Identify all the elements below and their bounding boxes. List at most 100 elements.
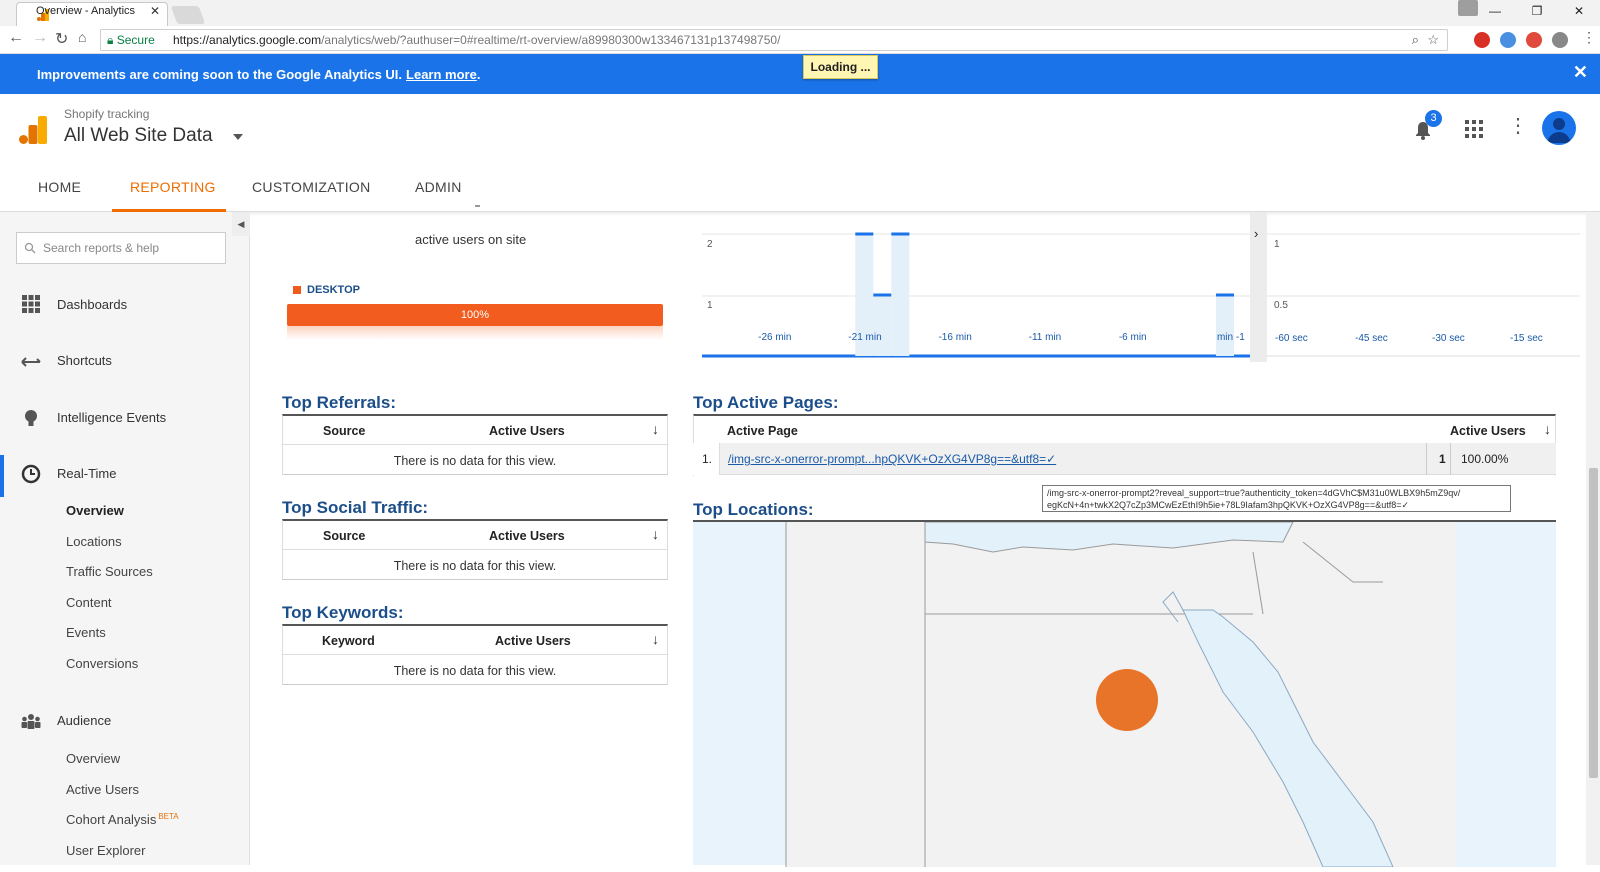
active-page-link[interactable]: /img-src-x-onerror-prompt...hpQKVK+OzXG4…	[728, 452, 1056, 466]
beta-badge: BETA	[158, 812, 179, 821]
home-icon[interactable]: ⌂	[78, 29, 86, 45]
search-input[interactable]: Search reports & help	[16, 232, 226, 264]
chart-bar-cap	[1215, 293, 1234, 297]
sort-arrow-icon[interactable]: ↓	[652, 631, 659, 647]
chart-expand-icon[interactable]: ›	[1254, 226, 1258, 241]
account-name[interactable]: Shopify tracking	[64, 107, 149, 121]
view-selector[interactable]: All Web Site Data	[64, 125, 213, 147]
banner-close-icon[interactable]: ✕	[1573, 62, 1588, 83]
zoom-icon[interactable]: ⌕	[1412, 30, 1419, 50]
locations-map[interactable]	[693, 520, 1556, 868]
row-divider	[283, 654, 667, 655]
sidebar-item-realtime[interactable]: Real-Time	[57, 466, 116, 481]
x-tick-label: -30 sec	[1432, 333, 1465, 344]
column-header-source[interactable]: Source	[323, 424, 365, 438]
top-social-table: Source Active Users ↓ There is no data f…	[282, 519, 668, 580]
more-options-icon[interactable]: ⋮	[1508, 116, 1528, 136]
scrollbar-thumb[interactable]	[1589, 468, 1598, 778]
lock-icon: 🔒︎	[107, 33, 114, 47]
close-window-button[interactable]: ✕	[1558, 0, 1600, 26]
tab-reporting[interactable]: REPORTING	[130, 179, 216, 195]
extension-icon[interactable]	[1500, 32, 1516, 48]
sidebar-item-dashboards[interactable]: Dashboards	[57, 297, 127, 312]
sidebar-item-cohort-analysis[interactable]: Cohort Analysis BETA	[66, 812, 179, 827]
x-tick-label: -45 sec	[1355, 333, 1388, 344]
url-text: https://analytics.google.com/analytics/w…	[173, 30, 780, 50]
column-header-active-users[interactable]: Active Users	[495, 634, 571, 648]
x-tick-label: -16 min	[938, 332, 971, 343]
per-minute-chart: 2 1 -26 min -21 min -16 min -11 min -6 min mi…	[702, 232, 1250, 358]
browser-tabbar: Overview - Analytics ✕ — ❐ ✕	[0, 0, 1600, 26]
sort-arrow-icon[interactable]: ↓	[652, 421, 659, 437]
top-referrals-title: Top Referrals:	[282, 393, 396, 412]
sidebar-item-user-explorer[interactable]: User Explorer	[66, 843, 145, 858]
tab-customization[interactable]: CUSTOMIZATION	[252, 179, 371, 195]
sidebar-item-audience[interactable]: Audience	[57, 713, 111, 728]
user-avatar[interactable]	[1542, 111, 1576, 145]
chrome-menu-icon[interactable]: ⋮	[1582, 29, 1596, 46]
apps-grid-icon[interactable]	[1465, 120, 1483, 138]
empty-message: There is no data for this view.	[393, 559, 557, 573]
realtime-charts: 2 1 -26 min -21 min -16 min -11 min -6 min mi…	[702, 212, 1580, 362]
device-label: DESKTOP	[307, 284, 360, 296]
minimize-button[interactable]: —	[1474, 0, 1516, 26]
column-header-source[interactable]: Source	[323, 529, 365, 543]
sidebar-item-rt-conversions[interactable]: Conversions	[66, 656, 138, 671]
sidebar-item-rt-content[interactable]: Content	[66, 595, 112, 610]
tab-home[interactable]: HOME	[38, 179, 81, 195]
column-header-active-users[interactable]: Active Users	[489, 529, 565, 543]
tab-admin[interactable]: ADMIN	[415, 179, 462, 195]
location-dot[interactable]	[1096, 669, 1158, 731]
search-icon	[24, 242, 36, 254]
extension-icon[interactable]	[1552, 32, 1568, 48]
restore-button[interactable]: ❐	[1516, 0, 1558, 26]
cell-divider	[1450, 443, 1451, 475]
sort-arrow-icon[interactable]: ↓	[1544, 421, 1551, 437]
dashboards-icon	[22, 295, 40, 313]
learn-more-link[interactable]: Learn more	[406, 67, 477, 82]
extension-icon[interactable]	[1526, 32, 1542, 48]
row-index: 1.	[702, 452, 713, 466]
sort-arrow-icon[interactable]: ↓	[652, 526, 659, 542]
per-second-chart: 1 0.5 -60 sec -45 sec -30 sec -15 sec	[1267, 233, 1580, 357]
sidebar-item-rt-traffic-sources[interactable]: Traffic Sources	[66, 564, 153, 579]
map-sea-right	[1456, 522, 1556, 867]
per-second-x-ticks: -60 sec -45 sec -30 sec -15 sec	[1275, 333, 1543, 344]
column-header-active-page[interactable]: Active Page	[727, 424, 798, 438]
secure-indicator[interactable]: 🔒︎ Secure	[107, 30, 155, 50]
chart-bar-fill	[873, 295, 892, 356]
sidebar-item-rt-locations[interactable]: Locations	[66, 534, 122, 549]
x-tick-label: -60 sec	[1275, 333, 1308, 344]
column-header-active-users[interactable]: Active Users	[1450, 424, 1526, 438]
view-dropdown-icon[interactable]	[233, 134, 243, 140]
tab-close-icon[interactable]: ✕	[150, 4, 1594, 18]
top-active-pages-title: Top Active Pages:	[693, 393, 839, 412]
column-header-keyword[interactable]: Keyword	[322, 634, 375, 648]
sidebar-item-active-users[interactable]: Active Users	[66, 782, 139, 797]
column-header-active-users[interactable]: Active Users	[489, 424, 565, 438]
active-users-label: active users on site	[415, 232, 527, 247]
back-icon[interactable]: ←	[8, 29, 24, 47]
sidebar-item-intelligence-events[interactable]: Intelligence Events	[57, 410, 166, 425]
reload-icon[interactable]: ↻	[55, 29, 68, 49]
person-icon	[1547, 118, 1571, 143]
bookmark-star-icon[interactable]: ☆	[1427, 30, 1439, 50]
sidebar-item-rt-overview[interactable]: Overview	[66, 503, 124, 518]
collapse-sidebar-icon[interactable]: ◀	[232, 212, 250, 236]
extension-icon[interactable]	[1474, 32, 1490, 48]
top-social-title: Top Social Traffic:	[282, 498, 429, 517]
y-tick-label: 1	[1274, 239, 1280, 250]
device-share-bar: 100%	[287, 304, 663, 326]
sidebar-item-rt-events[interactable]: Events	[66, 625, 106, 640]
secure-label: Secure	[116, 33, 155, 47]
per-minute-x-ticks: -26 min -21 min -16 min -11 min -6 min min -1	[758, 332, 1245, 343]
url-field[interactable]: 🔒︎ Secure https://analytics.google.com/a…	[100, 29, 1448, 51]
chart-bar-cap	[873, 293, 892, 297]
x-tick-label: -6 min	[1119, 332, 1147, 343]
sidebar-item-shortcuts[interactable]: Shortcuts	[57, 353, 112, 368]
x-tick-label: -26 min	[758, 332, 791, 343]
row-divider	[283, 549, 667, 550]
forward-icon[interactable]: →	[32, 29, 48, 47]
sidebar-item-audience-overview[interactable]: Overview	[66, 751, 120, 766]
chart-bar-fill	[1215, 295, 1234, 356]
